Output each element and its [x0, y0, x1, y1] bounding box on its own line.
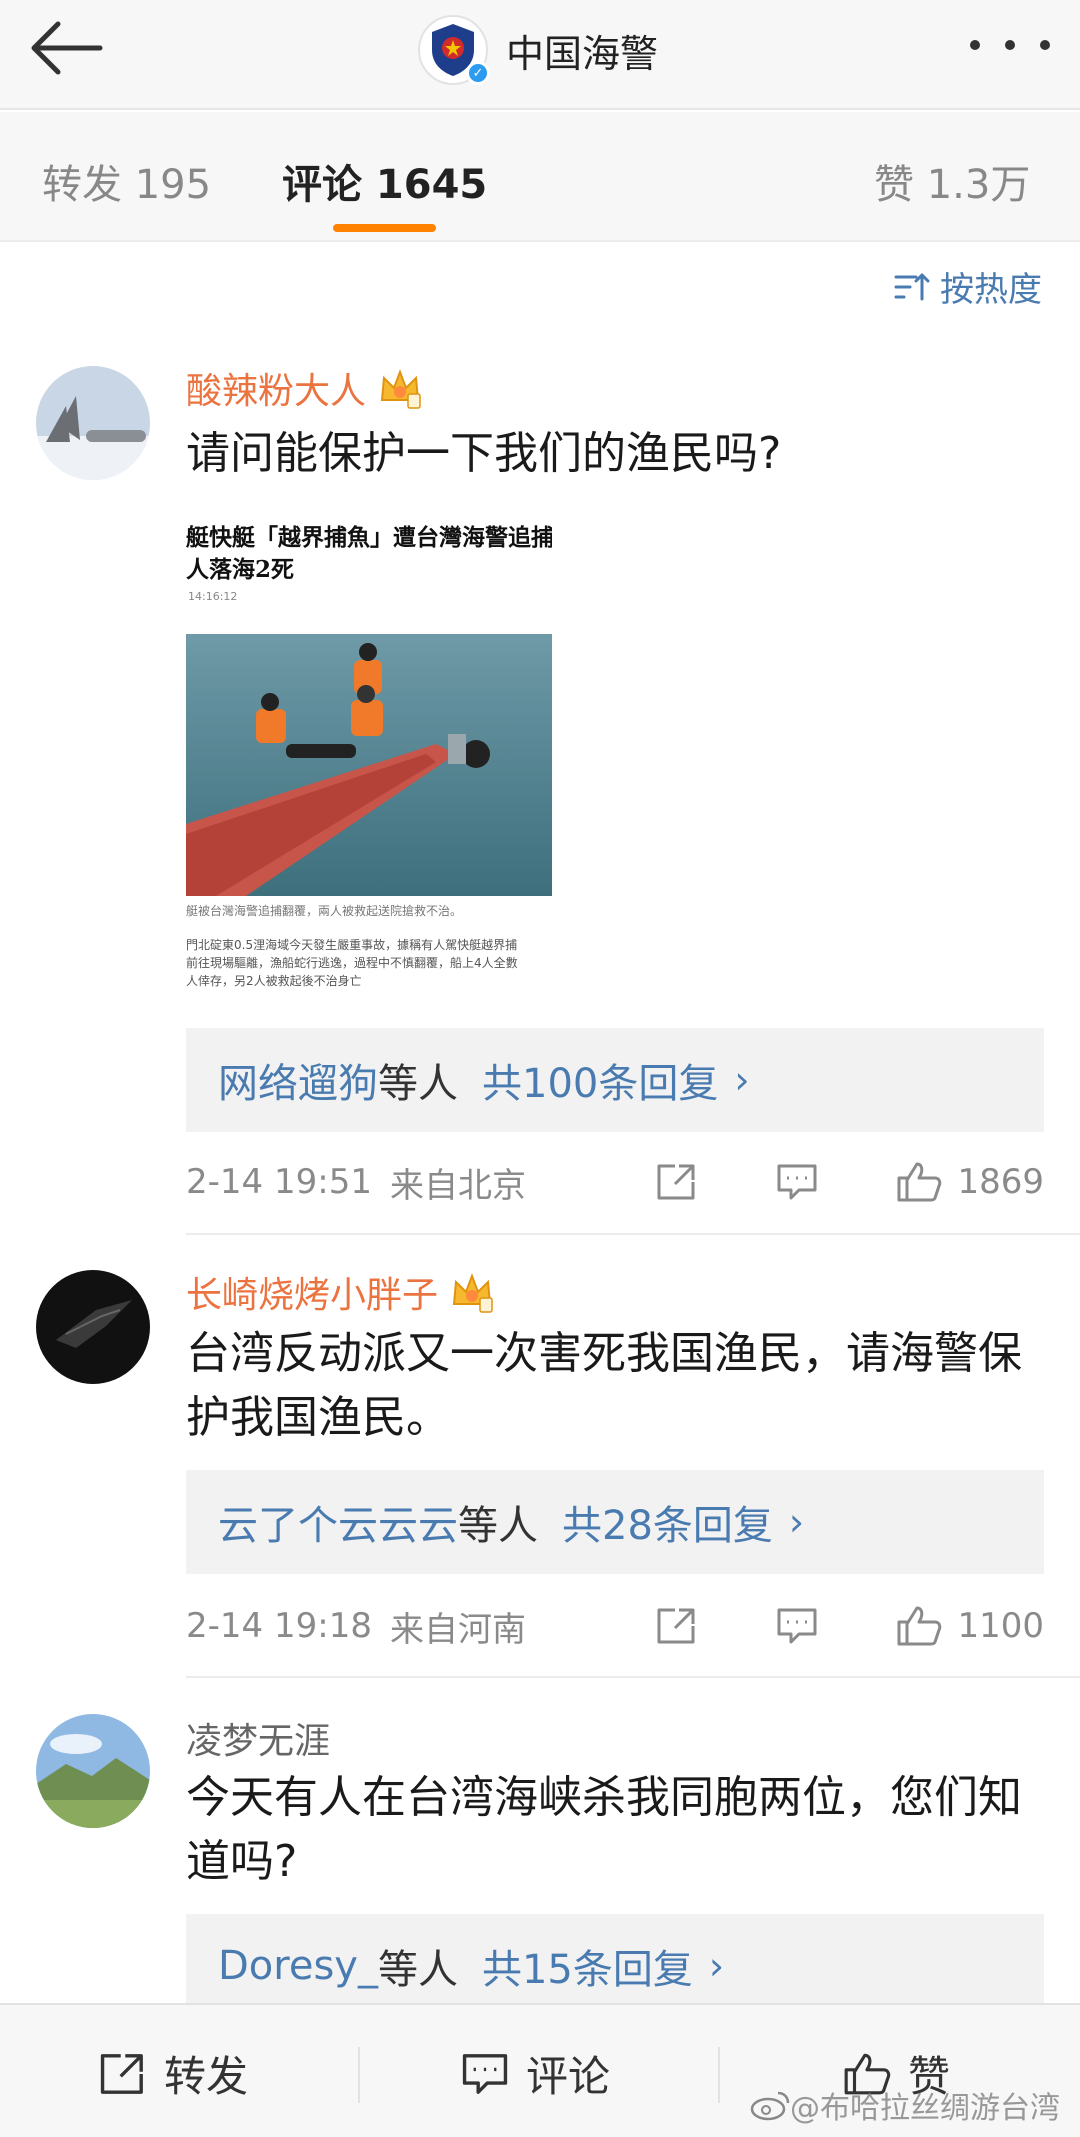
reply-count[interactable]: 共15条回复: [482, 1937, 693, 1995]
back-arrow-icon[interactable]: [28, 18, 108, 78]
comment-location: 来自河南: [389, 1609, 526, 1650]
reply-icon[interactable]: [775, 1162, 819, 1202]
share-icon[interactable]: [655, 1162, 699, 1202]
comment-text: 台湾反动派又一次害死我国渔民，请海警保护我国渔民。: [186, 1328, 1022, 1443]
avatar[interactable]: [36, 1714, 150, 1828]
headline-line-1: 艇快艇「越界捕魚」遭台灣海警追捕: [186, 524, 552, 551]
weibo-logo-icon: [750, 2091, 790, 2121]
divider: [186, 1676, 1080, 1678]
comment-location: 来自北京: [389, 1165, 526, 1206]
chevron-right-icon: ›: [708, 1944, 725, 1988]
more-options-icon[interactable]: [970, 30, 1050, 60]
comment-username[interactable]: 酸辣粉大人: [186, 362, 422, 414]
reply-connector: 等人: [458, 1503, 538, 1549]
separator: [718, 2047, 720, 2103]
reply-icon[interactable]: [775, 1606, 819, 1646]
tab-likes[interactable]: 赞 1.3万: [874, 152, 1030, 210]
headline-line-2: 人落海2死: [186, 556, 295, 583]
repost-button[interactable]: 转发: [98, 2043, 248, 2104]
replies-preview[interactable]: 网络遛狗 等人 共100条回复 ›: [186, 1028, 1044, 1132]
repost-label: 转发: [164, 2052, 249, 2101]
share-icon[interactable]: [655, 1606, 699, 1646]
comment-meta: 2-14 19:18 来自河南 1100: [186, 1596, 1044, 1656]
avatar[interactable]: [36, 1270, 150, 1384]
reply-user[interactable]: Doresy_: [218, 1943, 378, 1989]
replies-preview[interactable]: 云了个云云云 等人 共28条回复 ›: [186, 1470, 1044, 1574]
watermark-text: @布哈拉丝绸游台湾: [790, 2091, 1060, 2126]
sort-label: 按热度: [940, 270, 1042, 310]
tab-repost[interactable]: 转发 195: [42, 152, 211, 210]
username-text: 酸辣粉大人: [186, 371, 367, 412]
vip-crown-icon: [452, 1273, 493, 1313]
news-body-line-1: 門北碇東0.5浬海域今天發生嚴重事故，據稱有人駕快艇越界捕: [186, 938, 518, 952]
news-body-line-2: 前往現場驅離，漁船蛇行逃逸，過程中不慎翻覆，船上4人全數: [186, 956, 518, 970]
news-time: 14:16:12: [188, 590, 238, 603]
attached-news-image[interactable]: 艇快艇「越界捕魚」遭台灣海警追捕 人落海2死 14:16:12 艇被台灣海警追捕…: [186, 510, 552, 994]
vip-crown-icon: [380, 369, 421, 409]
reply-count[interactable]: 共100条回复: [482, 1051, 718, 1109]
reply-connector: 等人: [378, 1061, 458, 1107]
comment-time: 2-14 19:51: [186, 1162, 372, 1202]
account-header[interactable]: ✓ 中国海警: [418, 10, 658, 90]
comment-text: 请问能保护一下我们的渔民吗?: [186, 428, 782, 479]
like-button[interactable]: 1869: [895, 1160, 1044, 1204]
reply-user[interactable]: 网络遛狗: [218, 1051, 378, 1109]
chevron-right-icon: ›: [734, 1058, 750, 1102]
comment-time: 2-14 19:18: [186, 1606, 372, 1646]
like-count: 1869: [957, 1162, 1044, 1202]
reply-connector: 等人: [377, 1947, 458, 1993]
tab-bar: 转发 195 评论 1645 赞 1.3万: [0, 112, 1080, 242]
share-icon: [100, 2053, 143, 2094]
active-tab-indicator: [333, 224, 436, 232]
comment-meta: 2-14 19:51 来自北京 1869: [186, 1152, 1044, 1212]
comment-username[interactable]: 凌梦无涯: [186, 1712, 330, 1764]
comment-text: 今天有人在台湾海峡杀我同胞两位，您们知道吗?: [186, 1772, 1022, 1887]
page-title: 中国海警: [506, 31, 659, 76]
tab-comments[interactable]: 评论 1645: [282, 152, 487, 210]
reply-count[interactable]: 共28条回复: [562, 1493, 773, 1551]
avatar[interactable]: [36, 366, 150, 480]
thumbs-up-icon: [897, 1162, 942, 1202]
reply-user[interactable]: 云了个云云云: [218, 1493, 458, 1551]
news-body: 門北碇東0.5浬海域今天發生嚴重事故，據稱有人駕快艇越界捕 前往現場驅離，漁船蛇…: [186, 936, 518, 990]
like-count: 1100: [957, 1606, 1044, 1646]
comment-icon: [462, 2053, 508, 2094]
chevron-right-icon: ›: [788, 1500, 805, 1544]
thumbs-up-icon: [897, 1606, 942, 1646]
sort-by-hot-button[interactable]: 按热度: [894, 262, 1042, 311]
comment-username[interactable]: 长崎烧烤小胖子: [186, 1266, 494, 1318]
comment-label: 评论: [526, 2052, 611, 2101]
comment-button[interactable]: 评论: [460, 2043, 610, 2104]
account-avatar[interactable]: ✓: [418, 15, 490, 85]
verified-badge-icon: ✓: [466, 61, 490, 85]
like-button[interactable]: 1100: [895, 1604, 1044, 1648]
sort-icon: [894, 273, 930, 300]
divider: [186, 1233, 1080, 1235]
watermark: @布哈拉丝绸游台湾: [750, 2083, 1060, 2127]
bottom-action-bar: 转发 评论 赞 @布哈拉丝绸游台湾: [0, 2003, 1080, 2137]
news-body-line-3: 人倖存，另2人被救起後不治身亡: [186, 974, 362, 988]
top-bar: ✓ 中国海警: [0, 0, 1080, 110]
separator: [358, 2047, 360, 2103]
rescue-photo: [186, 634, 552, 896]
username-text: 长崎烧烤小胖子: [186, 1275, 439, 1316]
news-headline: 艇快艇「越界捕魚」遭台灣海警追捕 人落海2死: [186, 522, 552, 586]
news-caption: 艇被台灣海警追捕翻覆，兩人被救起送院搶救不治。: [186, 904, 463, 918]
